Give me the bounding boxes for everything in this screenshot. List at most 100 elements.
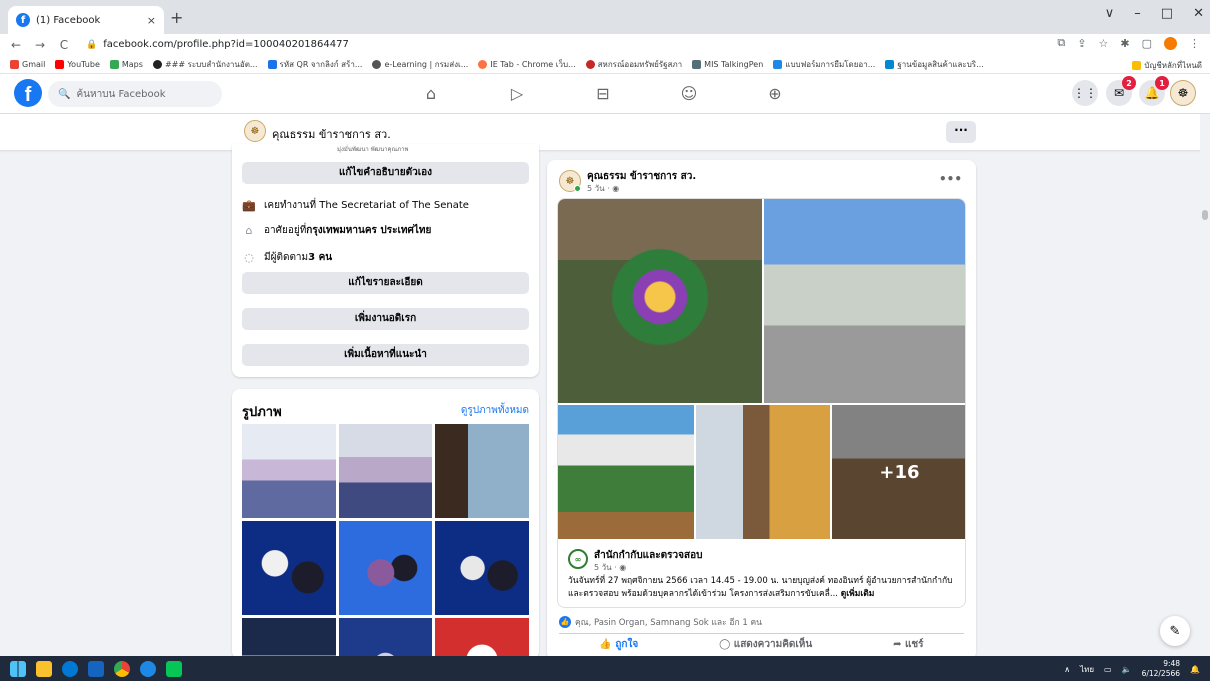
photo-thumbnail[interactable] xyxy=(242,521,336,615)
post-more-icon[interactable]: ••• xyxy=(939,172,962,186)
bookmark-star-icon[interactable]: ☆ xyxy=(1099,37,1109,50)
new-message-button[interactable]: ✎ xyxy=(1160,616,1190,646)
profile-more-button[interactable]: ··· xyxy=(946,121,976,143)
photo-thumbnail[interactable] xyxy=(435,618,529,659)
photos-card: รูปภาพ ดูรูปภาพทั้งหมด xyxy=(232,389,539,659)
close-window-button[interactable]: ✕ xyxy=(1193,6,1204,21)
input-language[interactable]: ไทย xyxy=(1080,663,1094,676)
scrollbar-thumb[interactable] xyxy=(1202,210,1208,220)
edit-bio-button[interactable]: แก้ไขคำอธิบายตัวเอง xyxy=(242,162,529,184)
page-scrollbar[interactable] xyxy=(1200,114,1210,656)
photo-thumbnail[interactable] xyxy=(242,424,336,518)
tray-chevron-icon[interactable]: ∧ xyxy=(1064,665,1070,674)
profile-avatar-small[interactable]: ☸ xyxy=(244,120,266,142)
globe-icon xyxy=(152,60,162,69)
add-featured-button[interactable]: เพิ่มเนื้อหาที่แนะนำ xyxy=(242,344,529,366)
like-reaction-icon: 👍 xyxy=(559,616,571,628)
video-icon[interactable]: ▷ xyxy=(505,84,529,103)
bookmark-gmail[interactable]: Gmail xyxy=(10,60,45,69)
post-timestamp[interactable]: 5 วัน · ◉ xyxy=(587,182,619,195)
reload-icon[interactable]: C xyxy=(56,38,72,52)
install-app-icon[interactable]: ⧉ xyxy=(1057,36,1065,50)
groups-icon[interactable]: ☺ xyxy=(677,84,701,103)
comment-button[interactable]: ◯ แสดงความคิดเห็น xyxy=(719,637,812,652)
bookmark-office-system[interactable]: ### ระบบสำนักงานอัต... xyxy=(152,58,258,71)
clock[interactable]: 9:48 6/12/2566 xyxy=(1142,659,1180,679)
browser-tab-facebook[interactable]: f (1) Facebook × xyxy=(8,6,164,34)
extensions-icon[interactable]: ✱ xyxy=(1120,37,1129,50)
profile-avatar[interactable] xyxy=(1164,36,1177,50)
see-all-photos-link[interactable]: ดูรูปภาพทั้งหมด xyxy=(461,403,529,418)
photo-thumbnail[interactable] xyxy=(435,424,529,518)
edge-icon[interactable] xyxy=(62,660,78,677)
share-icon[interactable]: ⇪ xyxy=(1077,37,1086,50)
share-button[interactable]: ➦ แชร์ xyxy=(893,637,923,652)
sidepanel-icon[interactable]: ▢ xyxy=(1142,37,1152,50)
reactions-summary[interactable]: 👍 คุณ, Pasin Organ, Samnang Sok และ อีก … xyxy=(559,615,762,629)
gaming-icon[interactable]: ⊕ xyxy=(763,84,787,103)
facebook-search-input[interactable]: 🔍 ค้นหาบน Facebook xyxy=(48,81,222,107)
post-photo-more[interactable]: +16 xyxy=(832,405,965,539)
facebook-logo-icon[interactable]: f xyxy=(14,79,42,107)
photo-thumbnail[interactable] xyxy=(338,424,433,518)
profile-name[interactable]: คุณธรรม ข้าราชการ สว. xyxy=(272,125,391,143)
post-photo-krathong[interactable] xyxy=(558,199,762,403)
url-input[interactable]: 🔒 facebook.com/profile.php?id=1000402018… xyxy=(86,35,1046,54)
tab-search-icon[interactable]: ∨ xyxy=(1105,6,1115,21)
post-photo-group[interactable] xyxy=(558,405,694,539)
shared-author-avatar[interactable]: ∞ xyxy=(568,549,588,569)
photo-thumbnail[interactable] xyxy=(338,618,433,659)
notifications-bell-icon[interactable]: 🔔 1 xyxy=(1139,76,1169,106)
volume-icon[interactable]: 🔈 xyxy=(1122,665,1132,674)
home-icon[interactable]: ⌂ xyxy=(419,84,443,103)
drive-icon xyxy=(773,60,783,69)
photo-thumbnail[interactable] xyxy=(242,618,336,659)
bookmark-youtube[interactable]: YouTube xyxy=(55,60,100,69)
shared-timestamp[interactable]: 5 วัน · ◉ xyxy=(594,561,626,574)
followers-info: ◌ มีผู้ติดตาม 3 คน xyxy=(242,250,332,265)
lock-icon[interactable]: 🔒 xyxy=(86,40,97,50)
bookmark-mis-talkingpen[interactable]: MIS TalkingPen xyxy=(692,60,763,69)
post-photo-dancer[interactable] xyxy=(696,405,830,539)
new-tab-button[interactable]: + xyxy=(170,8,183,27)
forward-icon[interactable]: → xyxy=(32,38,48,52)
menu-grid-icon[interactable]: ⋮⋮ xyxy=(1072,80,1098,106)
store-icon[interactable] xyxy=(88,660,104,677)
windows-start-icon[interactable] xyxy=(10,660,26,677)
line-app-icon[interactable] xyxy=(166,660,182,677)
bookmark-borrow-form[interactable]: แบบฟอร์มการยืมโดยอา... xyxy=(773,58,875,71)
account-avatar[interactable]: ☸ xyxy=(1170,80,1196,106)
bookmark-product-db[interactable]: ฐานข้อมูลสินค้าและบริ... xyxy=(885,58,984,71)
see-more-link[interactable]: ดูเพิ่มเติม xyxy=(841,589,875,599)
ie-tab-icon xyxy=(478,60,488,69)
bookmark-coop[interactable]: สหกรณ์ออมทรัพย์รัฐสภา xyxy=(585,58,682,71)
chrome-menu-icon[interactable]: ⋮ xyxy=(1189,37,1200,50)
bio-text: มุ่งมั่นพัฒนา พัฒนาคุณภาพ xyxy=(337,146,409,153)
comment-icon: ◯ xyxy=(719,639,731,650)
add-hobbies-button[interactable]: เพิ่มงานอดิเรก xyxy=(242,308,529,330)
bookmark-maps[interactable]: Maps xyxy=(109,60,143,69)
photo-thumbnail[interactable] xyxy=(435,521,529,615)
search-icon: 🔍 xyxy=(58,88,71,100)
messenger-icon[interactable]: ✉ 2 xyxy=(1106,76,1136,106)
like-button[interactable]: 👍 ถูกใจ xyxy=(599,637,638,652)
back-icon[interactable]: ← xyxy=(8,38,24,52)
bookmark-qr-code[interactable]: รหัส QR จากลิงก์ สร้า... xyxy=(267,58,362,71)
more-photos-count[interactable]: +16 xyxy=(832,405,965,539)
bookmark-ie-tab[interactable]: IE Tab - Chrome เว็บ... xyxy=(478,58,576,71)
edit-details-button[interactable]: แก้ไขรายละเอียด xyxy=(242,272,529,294)
bookmark-elearning[interactable]: e-Learning | กรมส่งเ... xyxy=(372,58,468,71)
notification-center-icon[interactable]: 🔔 xyxy=(1190,665,1200,674)
bookmark-other[interactable]: บัญชีหลักที่ไหนดี xyxy=(1132,59,1202,72)
post-photo-tent[interactable] xyxy=(764,199,965,403)
file-explorer-icon[interactable] xyxy=(36,660,52,677)
minimize-button[interactable]: – xyxy=(1134,6,1141,21)
photo-thumbnail[interactable] xyxy=(338,521,433,615)
windows-taskbar: ∧ ไทย ▭ 🔈 9:48 6/12/2566 🔔 xyxy=(0,656,1210,681)
network-icon[interactable]: ▭ xyxy=(1104,665,1112,674)
tab-close-icon[interactable]: × xyxy=(147,14,156,27)
maximize-button[interactable]: □ xyxy=(1161,6,1173,21)
app-icon[interactable] xyxy=(140,660,156,677)
marketplace-icon[interactable]: ⊟ xyxy=(591,84,615,103)
chrome-icon[interactable] xyxy=(114,660,130,677)
